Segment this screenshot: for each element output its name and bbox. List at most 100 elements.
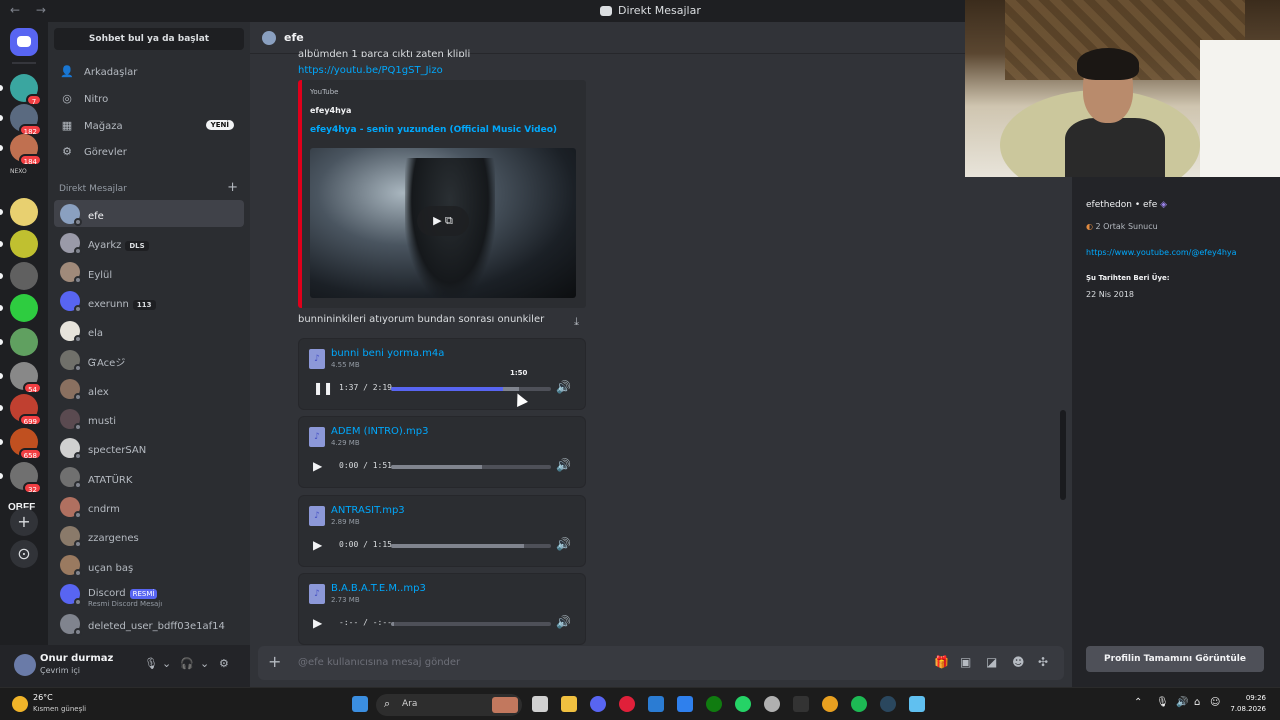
explore-servers-button[interactable]: ⊙ <box>10 540 38 568</box>
dm-item[interactable]: specterSAN <box>54 434 244 461</box>
tray-chevron-icon[interactable]: ⌃ <box>1134 697 1142 708</box>
taskbar-search[interactable]: ⌕ Ara <box>376 694 522 716</box>
play-icon[interactable]: ▶ <box>313 459 322 473</box>
taskbar-search-input[interactable]: Ara <box>402 699 417 709</box>
dm-item[interactable]: musti <box>54 405 244 432</box>
task-view-icon[interactable] <box>532 696 548 712</box>
audio-file-name[interactable]: B.A.B.A.T.E.M..mp3 <box>331 583 426 594</box>
weather-sun-icon[interactable] <box>12 696 28 712</box>
mail-icon[interactable] <box>648 696 664 712</box>
profile-link[interactable]: https://www.youtube.com/@efey4hya <box>1086 248 1237 257</box>
notepad-icon[interactable] <box>909 696 925 712</box>
dm-item[interactable]: ᏳAceジ <box>54 347 244 374</box>
dm-home-button[interactable] <box>10 28 38 56</box>
emoji-icon[interactable]: ☻ <box>1012 655 1025 669</box>
server-icon[interactable] <box>0 262 38 290</box>
audio-file-name[interactable]: ADEM (INTRO).mp3 <box>331 426 428 437</box>
steam-icon[interactable] <box>880 696 896 712</box>
dm-item[interactable]: exerunn 113 <box>54 288 244 315</box>
discord-taskbar-icon[interactable] <box>590 696 606 712</box>
spotify-icon[interactable] <box>851 696 867 712</box>
server-icon[interactable]: 32 <box>0 462 42 494</box>
tray-network-icon[interactable]: ⌂ <box>1194 697 1200 708</box>
message-link[interactable]: https://youtu.be/PQ1gST_Jizo <box>298 65 443 76</box>
download-icon[interactable]: ⤓ <box>574 315 579 329</box>
audio-seek-slider[interactable] <box>391 622 551 626</box>
tray-mic-icon[interactable]: 🎙 <box>1156 697 1169 708</box>
server-icon[interactable]: 658 <box>0 428 42 460</box>
create-dm-button[interactable]: + <box>227 180 238 195</box>
dm-item[interactable]: Discord RESMİ Resmi Discord Mesajı <box>54 581 244 608</box>
gif-icon[interactable]: ▣ <box>960 655 971 669</box>
nav-nitro[interactable]: ◎ Nitro <box>54 87 244 111</box>
pause-icon[interactable]: ❚❚ <box>313 381 333 395</box>
server-icon[interactable]: 699 <box>0 394 42 426</box>
dm-item[interactable]: efe <box>54 200 244 227</box>
volume-icon[interactable]: 🔊 <box>556 380 571 394</box>
dm-item[interactable]: Ayarkz DLS <box>54 229 244 256</box>
server-icon[interactable] <box>0 198 38 226</box>
settings-gear-icon[interactable]: ⚙ <box>219 657 229 670</box>
app-icon[interactable] <box>764 696 780 712</box>
store-icon[interactable] <box>677 696 693 712</box>
play-icon[interactable]: ▶ <box>313 616 322 630</box>
headset-icon[interactable]: 🎧 <box>180 657 194 670</box>
dm-item[interactable]: ATATÜRK <box>54 464 244 491</box>
embed-title[interactable]: efey4hya - senin yuzunden (Official Musi… <box>310 125 557 135</box>
dm-item[interactable]: deleted_user_bdff03e1af14 <box>54 610 244 637</box>
dm-item[interactable]: alex <box>54 376 244 403</box>
audio-file-name[interactable]: ANTRASIT.mp3 <box>331 505 405 516</box>
server-icon[interactable]: 182 <box>0 104 42 136</box>
mutual-servers[interactable]: ◐ 2 Ortak Sunucu <box>1086 222 1158 231</box>
taskbar-clock[interactable]: 09:26 7.08.2026 <box>1230 693 1266 715</box>
tray-speaker-icon[interactable]: 🔊 <box>1176 697 1188 708</box>
nav-friends[interactable]: 👤 Arkadaşlar <box>54 60 244 84</box>
chat-scrollbar[interactable] <box>1060 410 1066 500</box>
avatar[interactable] <box>262 30 276 45</box>
server-icon[interactable]: 7 <box>0 74 42 106</box>
add-server-button[interactable]: + <box>10 508 38 536</box>
history-nav-arrows[interactable]: ← → <box>10 3 52 17</box>
play-icon[interactable]: ▶ <box>313 538 322 552</box>
server-icon[interactable]: 184 <box>0 134 42 166</box>
server-icon[interactable]: 54 <box>0 362 42 394</box>
whatsapp-icon[interactable] <box>735 696 751 712</box>
start-windows-icon[interactable] <box>352 696 368 712</box>
video-play-button[interactable]: ▶ ⧉ <box>417 206 469 236</box>
dm-item[interactable]: Eylül <box>54 259 244 286</box>
nav-quests[interactable]: ⚙ Görevler <box>54 140 244 164</box>
avatar[interactable] <box>14 654 36 676</box>
sticker-icon[interactable]: ◪ <box>986 655 997 669</box>
dm-item[interactable]: cndrm <box>54 493 244 520</box>
dm-item[interactable]: zzargenes <box>54 522 244 549</box>
dm-item[interactable]: uçan baş <box>54 552 244 579</box>
server-icon[interactable] <box>0 294 38 322</box>
attach-plus-button[interactable]: + <box>268 652 281 671</box>
nav-shop[interactable]: ▦ Mağaza YENİ <box>54 114 244 138</box>
audio-seek-slider[interactable] <box>391 544 551 548</box>
opera-icon[interactable] <box>619 696 635 712</box>
gift-icon[interactable]: 🎁 <box>934 655 949 669</box>
file-explorer-icon[interactable] <box>561 696 577 712</box>
volume-icon[interactable]: 🔊 <box>556 458 571 472</box>
apps-icon[interactable]: ✣ <box>1038 655 1048 669</box>
server-text-icon[interactable]: NEXO <box>10 168 38 176</box>
find-conversation-button[interactable]: Sohbet bul ya da başlat <box>54 28 244 50</box>
chrome-icon[interactable] <box>822 696 838 712</box>
dm-item[interactable]: ela <box>54 317 244 344</box>
audio-seek-slider[interactable] <box>391 465 551 469</box>
epic-games-icon[interactable] <box>793 696 809 712</box>
volume-icon[interactable]: 🔊 <box>556 615 571 629</box>
xbox-icon[interactable] <box>706 696 722 712</box>
server-icon[interactable] <box>0 230 38 258</box>
chevron-down-icon[interactable]: ⌄ <box>162 657 171 670</box>
audio-file-name[interactable]: bunni beni yorma.m4a <box>331 348 444 359</box>
mic-icon[interactable]: 🎙 <box>144 657 158 670</box>
chevron-down-icon[interactable]: ⌄ <box>200 657 209 670</box>
audio-seek-slider[interactable] <box>391 387 551 391</box>
video-thumbnail[interactable]: ▶ ⧉ <box>310 148 576 298</box>
embed-author[interactable]: efey4hya <box>310 106 351 115</box>
message-input[interactable]: @efe kullanıcısına mesaj gönder <box>298 657 460 668</box>
view-full-profile-button[interactable]: Profilin Tamamını Görüntüle <box>1086 646 1264 672</box>
server-icon[interactable] <box>0 328 38 356</box>
